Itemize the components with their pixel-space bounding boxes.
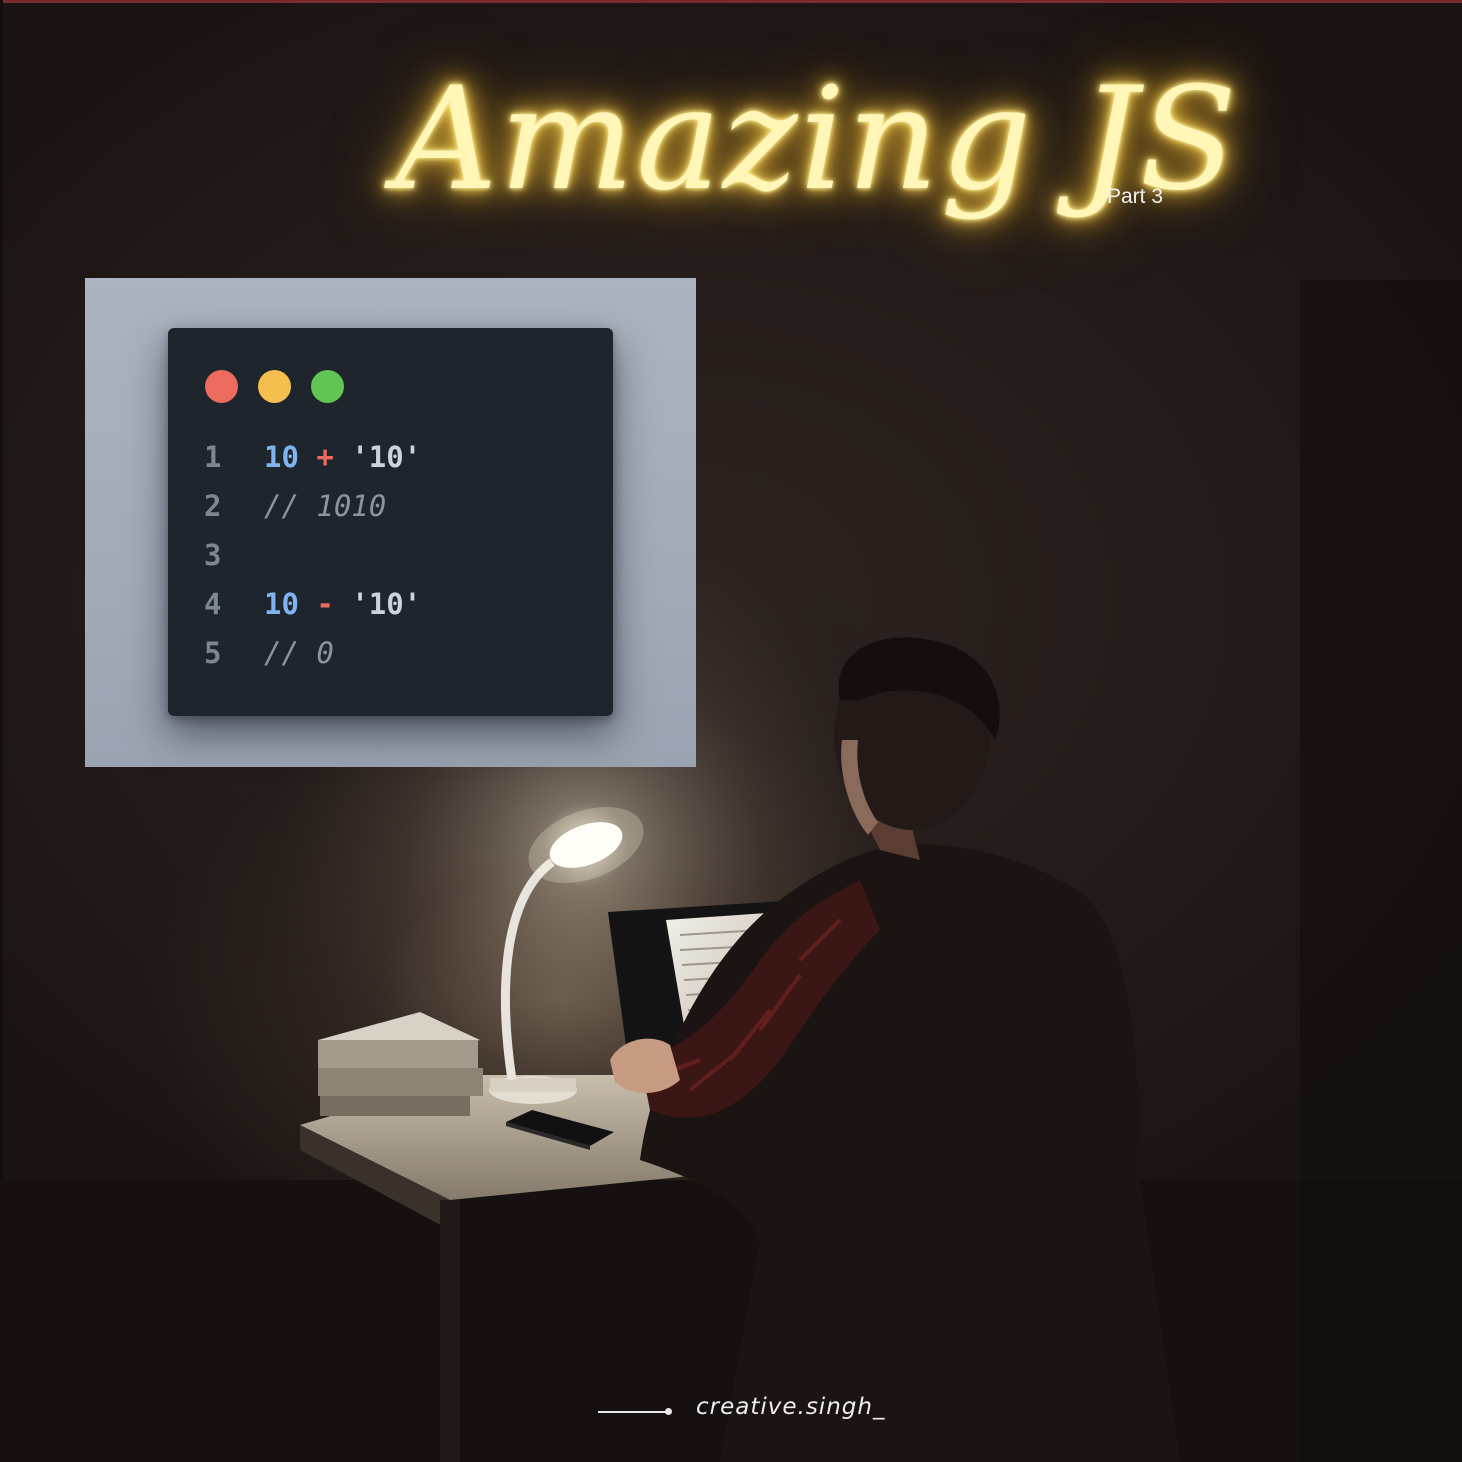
wall-shadow bbox=[1300, 280, 1462, 1462]
code-card: 1 10 + '10' 2 // 1010 3 4 10 - '10' 5 // 0 bbox=[85, 278, 696, 767]
code-comment: // 0 bbox=[264, 636, 334, 670]
line-number: 1 bbox=[204, 440, 222, 474]
code-string: '10' bbox=[351, 440, 422, 474]
code-number: 10 bbox=[264, 587, 299, 621]
code-number: 10 bbox=[264, 440, 299, 474]
code-operator: - bbox=[316, 587, 334, 621]
line-number: 4 bbox=[204, 587, 222, 621]
poster: Amazing JS Part 3 1 10 + '10' 2 // 1010 3 … bbox=[0, 0, 1462, 1462]
code-comment: // 1010 bbox=[264, 489, 387, 523]
code-line: 4 10 - '10' bbox=[204, 584, 421, 624]
maximize-dot-icon bbox=[311, 370, 344, 403]
code-line: 3 bbox=[204, 535, 264, 575]
code-line: 1 10 + '10' bbox=[204, 437, 421, 477]
line-number: 5 bbox=[204, 636, 222, 670]
code-window: 1 10 + '10' 2 // 1010 3 4 10 - '10' 5 // 0 bbox=[168, 328, 613, 716]
part-label: Part 3 bbox=[1107, 185, 1164, 208]
line-number: 3 bbox=[204, 538, 222, 572]
footer-dot-icon bbox=[665, 1408, 672, 1415]
code-line: 5 // 0 bbox=[204, 633, 334, 673]
code-string: '10' bbox=[351, 587, 422, 621]
minimize-dot-icon bbox=[258, 370, 291, 403]
footer-divider bbox=[598, 1411, 668, 1413]
author-handle: creative.singh_ bbox=[696, 1394, 886, 1420]
neon-title: Amazing JS bbox=[395, 57, 1239, 222]
line-number: 2 bbox=[204, 489, 222, 523]
code-operator: + bbox=[316, 440, 334, 474]
code-line: 2 // 1010 bbox=[204, 486, 386, 526]
close-dot-icon bbox=[205, 370, 238, 403]
